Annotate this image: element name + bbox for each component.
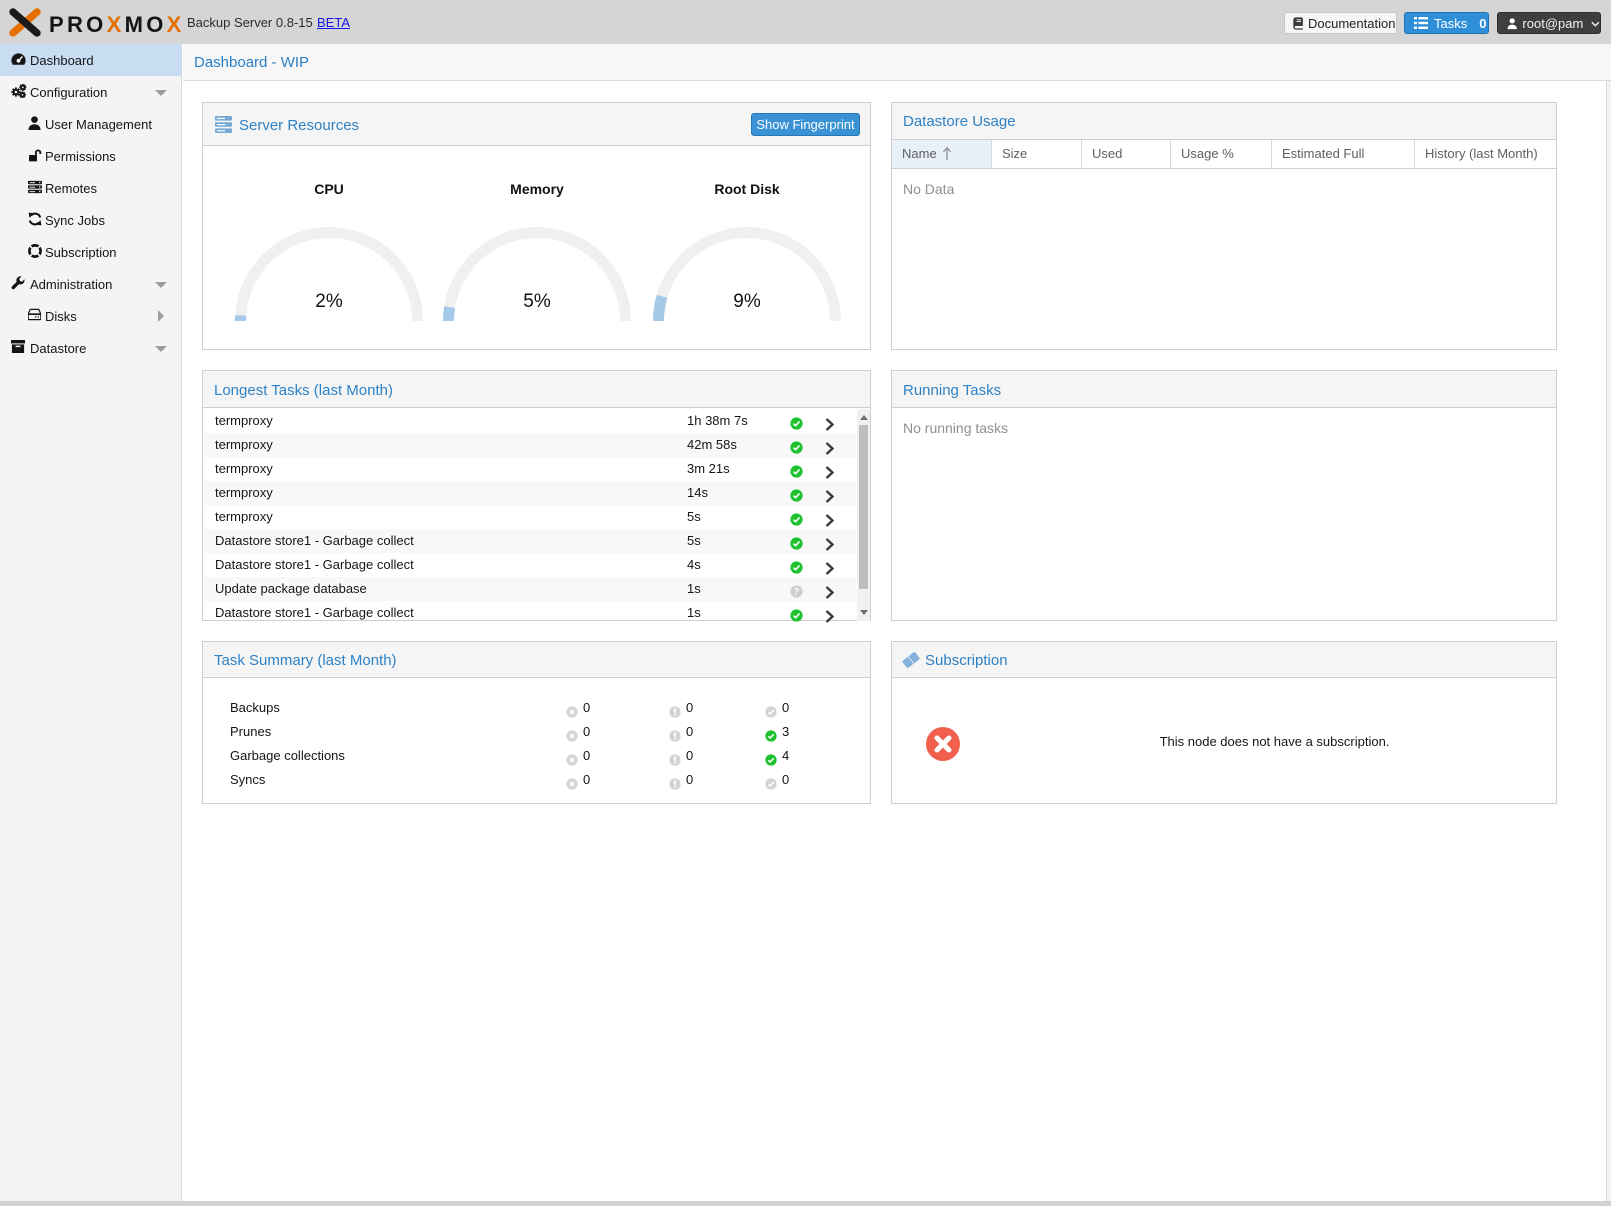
svg-text:?: ? <box>794 587 799 597</box>
